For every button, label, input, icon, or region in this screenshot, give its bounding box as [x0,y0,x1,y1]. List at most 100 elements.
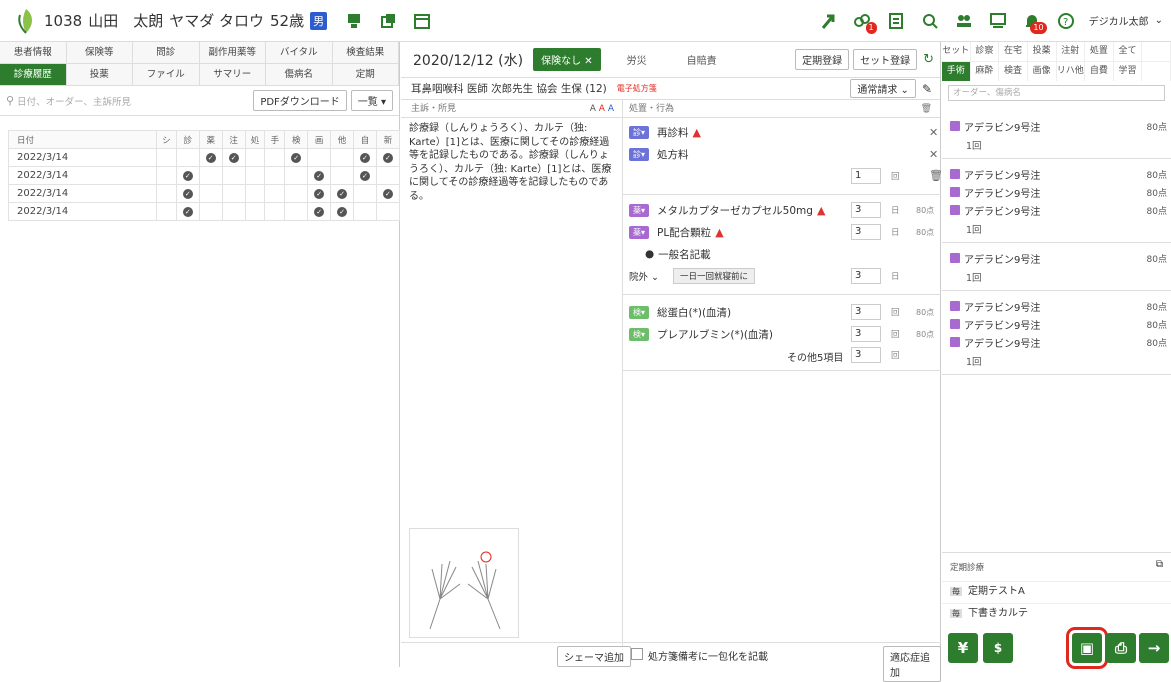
payment-button[interactable]: $ [983,633,1013,663]
check-icon: ✓ [182,189,193,199]
trash-icon[interactable]: 🗑 [921,100,932,117]
tab-interview[interactable]: 問診 [133,42,200,64]
refresh-icon[interactable]: ↻ [923,52,934,67]
chevron-down-icon[interactable]: ⌄ [1155,15,1163,26]
rtab-medication[interactable]: 投薬 [1028,42,1057,61]
trash-icon[interactable]: 🗑 [929,169,943,182]
schema-add-button[interactable]: シェーマ追加 [557,646,631,667]
set-item[interactable]: アデラビン9号注 80点 [942,184,1171,200]
qty-input[interactable]: 3 [851,268,881,284]
monitor-icon[interactable] [987,10,1009,32]
drug-tag-icon [950,253,960,263]
next-button[interactable]: → [1139,633,1169,663]
save-button[interactable]: ▣ [1066,627,1108,669]
rtab-rehab[interactable]: リハ他 [1057,62,1086,81]
rtab-procedure[interactable]: 処置 [1085,42,1114,61]
bell-icon[interactable]: 10 [1021,10,1047,34]
link-icon[interactable]: 1 [851,10,877,34]
tab-file[interactable]: ファイル [133,64,200,86]
copy-icon[interactable] [377,10,399,32]
onepack-checkbox[interactable] [631,648,643,660]
set-register-button[interactable]: セット登録 [853,49,918,70]
schema-image[interactable] [409,528,519,638]
notes-area[interactable]: 診療録（しんりょうろく）、カルテ（独: Karte）[1]とは、医療に関してその… [401,118,623,667]
regular-register-button[interactable]: 定期登録 [795,49,850,70]
tab-patient-info[interactable]: 患者情報 [0,42,67,64]
set-item[interactable]: アデラビン9号注 80点 [942,298,1171,314]
rtab-anesthesia[interactable]: 麻酔 [971,62,1000,81]
search-icon[interactable] [919,10,941,32]
timing-chip[interactable]: 一日一回就寝前に [673,268,756,284]
tab-vital[interactable]: バイタル [266,42,333,64]
other-items-label[interactable]: その他5項目 [787,349,843,364]
rtab-learning[interactable]: 学習 [1114,62,1143,81]
rtab-home[interactable]: 在宅 [999,42,1028,61]
text-format-icon[interactable]: A A A [590,100,614,117]
table-row[interactable]: 2022/3/14 ✓ ✓ ✓ ✓ ✓ [8,148,401,167]
rtab-injection[interactable]: 注射 [1057,42,1086,61]
list-select[interactable]: 一覧 ▾ [350,90,393,111]
rtab-image[interactable]: 画像 [1028,62,1057,81]
set-item[interactable]: アデラビン9号注 80点 [942,166,1171,182]
qty-input[interactable]: 3 [851,326,881,342]
external-link-icon[interactable]: ⧉ [1156,559,1163,570]
help-icon[interactable]: ? [1055,10,1077,32]
qty-input[interactable]: 3 [851,202,881,218]
tab-insurance[interactable]: 保険等 [66,42,133,64]
history-search-input[interactable]: 日付、オーダー、主訴所見 [17,94,249,108]
remove-icon[interactable]: ✕ [929,148,938,161]
regular-item[interactable]: 毎定期テストA [942,581,1171,601]
order-row[interactable]: 診▾ 再診料 ▲ ✕ [623,124,941,140]
rtab-set[interactable]: セット [942,42,971,61]
tab-rousai[interactable]: 労災 [627,52,647,67]
tab-regular[interactable]: 定期 [332,64,399,86]
set-item[interactable]: アデラビン9号注 80点 [942,118,1171,134]
billing-select[interactable]: 通常請求 ⌄ [850,79,916,98]
users-icon[interactable] [953,10,975,32]
table-row[interactable]: 2022/3/14 ✓ ✓ ✓ [8,202,401,221]
notes-text[interactable]: 診療録（しんりょうろく）、カルテ（独: Karte）[1]とは、医療に関してその… [401,118,622,207]
visit-date[interactable]: 2020/12/12 (水) [413,50,523,70]
document-icon[interactable] [885,10,907,32]
rtab-exam[interactable]: 診察 [971,42,1000,61]
remove-icon[interactable]: ✕ [929,126,938,139]
billing-button[interactable]: ¥ [948,633,978,663]
calendar-icon[interactable] [411,10,433,32]
inout-select[interactable]: 院外 ⌄ [629,269,659,283]
tab-summary[interactable]: サマリー [199,64,266,86]
rtab-self-pay[interactable]: 自費 [1085,62,1114,81]
regular-item[interactable]: 毎下書きカルテ [942,603,1171,623]
rtab-all[interactable]: 全て [1114,42,1143,61]
user-menu[interactable]: デジカル太郎 [1089,13,1149,28]
print-button[interactable]: ⎙ [1106,633,1136,663]
tab-disease[interactable]: 傷病名 [266,64,333,86]
check-icon: ✓ [382,189,393,199]
tab-lab-results[interactable]: 検査結果 [332,42,399,64]
edit-icon[interactable]: ✎ [922,82,932,96]
tab-side-effects[interactable]: 副作用薬等 [199,42,266,64]
col-date: 日付 [8,130,157,149]
table-row[interactable]: 2022/3/14 ✓ ✓ ✓ ✓ [8,184,401,203]
set-item[interactable]: アデラビン9号注 80点 [942,334,1171,350]
set-item[interactable]: アデラビン9号注 80点 [942,202,1171,218]
rtab-surgery[interactable]: 手術 [942,62,971,81]
qty-input[interactable]: 1 [851,168,881,184]
tab-jibai[interactable]: 自賠責 [687,52,717,67]
indication-add-button[interactable]: 適応症追加 [883,646,941,682]
qty-input[interactable]: 3 [851,347,881,363]
patient-switch-icon[interactable] [343,10,365,32]
order-row[interactable]: 診▾ 処方料 ✕ [623,146,941,162]
set-search-input[interactable]: オーダー、傷病名 [948,85,1165,101]
table-row[interactable]: 2022/3/14 ✓ ✓ ✓ [8,166,401,185]
qty-input[interactable]: 3 [851,304,881,320]
tab-history[interactable]: 診療履歴 [0,64,67,86]
rtab-inspection[interactable]: 検査 [999,62,1028,81]
qty-input[interactable]: 3 [851,224,881,240]
pdf-download-button[interactable]: PDFダウンロード [253,90,347,111]
share-arrow-icon[interactable] [817,10,839,32]
tab-no-insurance[interactable]: 保険なし ✕ [533,48,601,71]
tab-medication[interactable]: 投薬 [66,64,133,86]
set-item[interactable]: アデラビン9号注 80点 [942,250,1171,266]
set-item[interactable]: アデラビン9号注 80点 [942,316,1171,332]
generic-name-row[interactable]: ● 一般名記載 [623,246,941,262]
